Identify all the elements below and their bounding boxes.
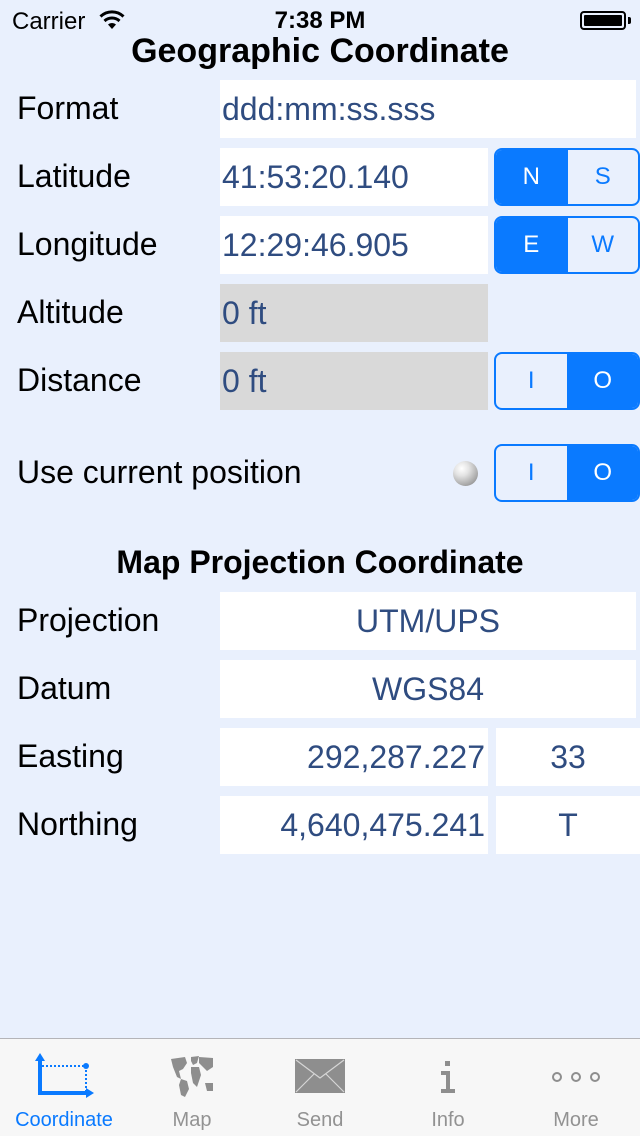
use-position-o-segment[interactable]: O [566,446,638,500]
northing-value: 4,640,475.241 [280,806,485,843]
longitude-label: Longitude [17,226,158,262]
easting-value: 292,287.227 [307,738,485,775]
altitude-value: 0 ft [222,294,267,331]
northing-field[interactable]: 4,640,475.241 [220,796,488,854]
datum-label: Datum [17,670,112,706]
tab-info-label: Info [431,1109,465,1131]
hemisphere-west-segment[interactable]: W [566,218,639,272]
format-field[interactable]: ddd:mm:ss.sss [220,80,636,138]
latitude-hemisphere-selector[interactable]: N S [494,148,640,206]
tab-send-label: Send [296,1109,344,1131]
latitude-label: Latitude [17,158,131,194]
tab-more-label: More [553,1109,599,1131]
use-current-position-label: Use current position [17,454,302,490]
latitude-value: 41:53:20.140 [222,158,409,195]
more-icon [552,1072,600,1082]
tab-more[interactable]: More [512,1039,640,1136]
use-position-i-segment[interactable]: I [496,446,567,500]
tab-info[interactable]: Info [384,1039,512,1136]
projection-label: Projection [17,602,160,638]
easting-field[interactable]: 292,287.227 [220,728,488,786]
tab-coordinate-label: Coordinate [15,1109,113,1131]
world-map-icon [171,1056,213,1097]
clock: 7:38 PM [274,7,366,34]
latitude-band-value: T [558,806,578,843]
altitude-label: Altitude [17,294,124,330]
northing-label: Northing [17,806,138,842]
tab-bar: Coordinate Map Send Info More [0,1038,640,1136]
hemisphere-north-segment[interactable]: N [496,150,567,204]
hemisphere-south-segment[interactable]: S [566,150,639,204]
map-projection-section-title: Map Projection Coordinate [116,544,524,580]
hemisphere-east-segment[interactable]: E [496,218,567,272]
use-current-position-toggle[interactable]: I O [494,444,640,502]
format-label: Format [17,90,119,126]
latitude-field[interactable]: 41:53:20.140 [220,148,488,206]
longitude-hemisphere-selector[interactable]: E W [494,216,640,274]
datum-selector[interactable]: WGS84 [220,660,636,718]
info-icon [441,1061,455,1093]
projection-value: UTM/UPS [356,602,500,639]
coordinate-axes-icon [35,1053,94,1098]
tab-map[interactable]: Map [128,1039,256,1136]
tab-coordinate[interactable]: Coordinate [0,1039,128,1136]
battery-icon [580,11,626,30]
utm-zone-field[interactable]: 33 [496,728,640,786]
longitude-value: 12:29:46.905 [222,226,409,263]
envelope-icon [295,1059,345,1093]
tab-send[interactable]: Send [256,1039,384,1136]
altitude-field: 0 ft [220,284,488,342]
distance-value: 0 ft [222,362,267,399]
utm-zone-value: 33 [550,738,586,775]
distance-toggle[interactable]: I O [494,352,640,410]
latitude-band-field[interactable]: T [496,796,640,854]
tab-map-label: Map [172,1109,212,1131]
distance-label: Distance [17,362,142,398]
longitude-field[interactable]: 12:29:46.905 [220,216,488,274]
distance-toggle-i-segment[interactable]: I [496,354,567,408]
distance-toggle-o-segment[interactable]: O [566,354,638,408]
gps-status-indicator-icon [453,461,478,486]
distance-field: 0 ft [220,352,488,410]
projection-selector[interactable]: UTM/UPS [220,592,636,650]
geographic-section-title: Geographic Coordinate [131,32,509,70]
battery-tip [628,17,631,24]
easting-label: Easting [17,738,124,774]
datum-value: WGS84 [371,670,485,707]
format-value: ddd:mm:ss.sss [222,90,436,127]
